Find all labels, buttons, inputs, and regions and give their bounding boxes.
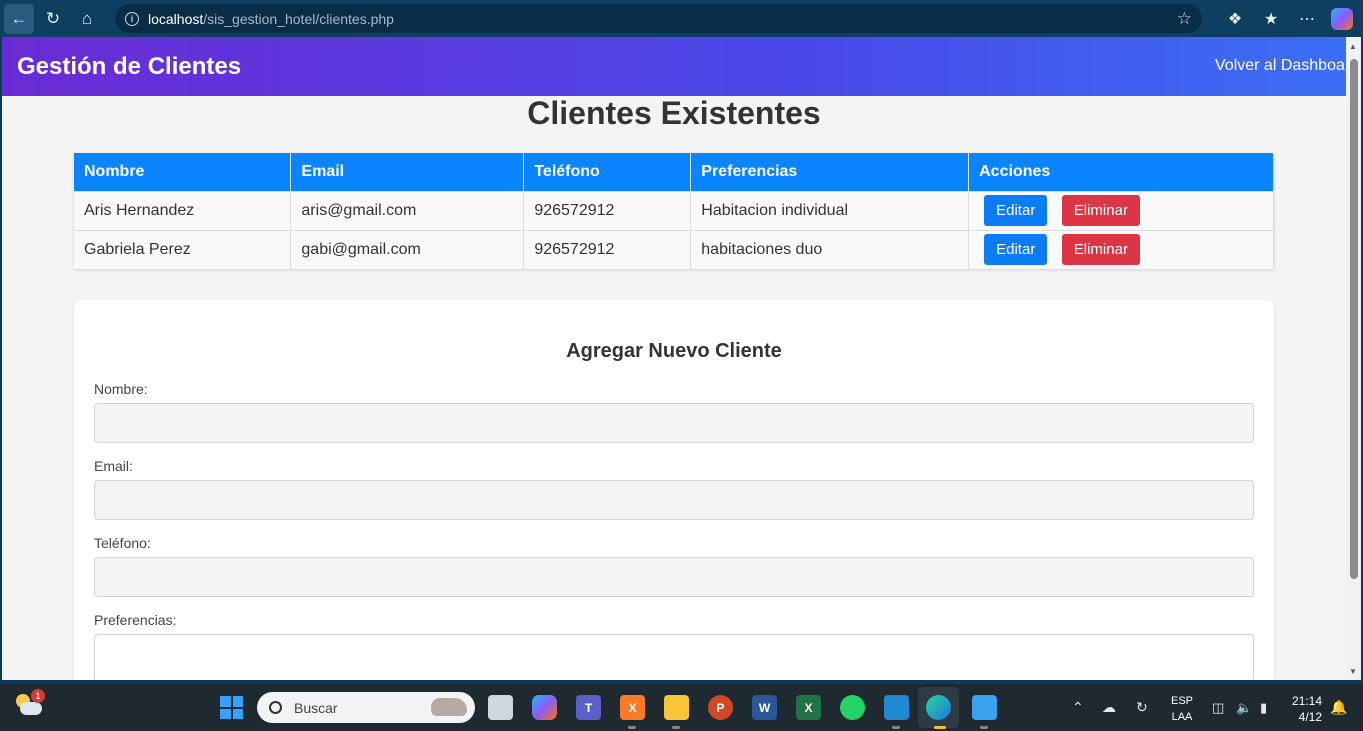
battery-icon[interactable]: ▮ [1260, 684, 1267, 731]
favorite-star-icon[interactable]: ☆ [1177, 9, 1192, 29]
sync-icon[interactable]: ↻ [1136, 684, 1148, 731]
column-header-acciones: Acciones [968, 153, 1274, 191]
edge-active-indicator [934, 726, 946, 729]
column-header-nombre: Nombre [74, 153, 292, 191]
excel-icon[interactable]: X [796, 695, 821, 720]
page-viewport: Gestión de Clientes Volver al Dashboa Cl… [2, 37, 1346, 680]
page-scrollbar[interactable]: ▲ ▼ [1346, 37, 1361, 680]
cell-telefono: 926572912 [523, 229, 692, 269]
notepad-running-indicator [980, 726, 988, 729]
email-label: Email: [94, 458, 133, 474]
preferencias-textarea[interactable] [94, 634, 1254, 680]
input-language-indicator[interactable]: ESP LAA [1168, 693, 1196, 725]
onedrive-icon[interactable]: ☁ [1102, 684, 1116, 731]
copilot-app-icon[interactable] [532, 695, 557, 720]
home-icon[interactable]: ⌂ [72, 4, 102, 34]
email-input[interactable] [94, 480, 1254, 520]
column-header-telefono: Teléfono [523, 153, 692, 191]
powerpoint-icon[interactable]: P [708, 695, 733, 720]
xampp-running-indicator [628, 726, 636, 729]
add-client-form: Agregar Nuevo Cliente Nombre: Email: Tel… [74, 300, 1274, 680]
clock-date: 4/12 [1298, 710, 1322, 724]
scroll-up-arrow-icon[interactable]: ▲ [1349, 42, 1357, 51]
browser-actions: ❖ ★ ⋯ [1217, 0, 1363, 37]
cloud-icon [20, 702, 42, 715]
table-row: Gabriela Perez gabi@gmail.com 926572912 … [74, 229, 1274, 269]
cell-acciones: Editar Eliminar [968, 190, 1274, 230]
browser-toolbar: ← ↻ ⌂ i localhost /sis_gestion_hotel/cli… [0, 0, 1363, 37]
back-to-dashboard-link[interactable]: Volver al Dashboa [1215, 57, 1345, 75]
back-arrow-icon[interactable]: ← [4, 3, 34, 34]
preferencias-label: Preferencias: [94, 612, 177, 628]
cell-preferencias: habitaciones duo [690, 229, 970, 269]
clients-table: Nombre Email Teléfono Preferencias Accio… [74, 153, 1274, 269]
refresh-icon[interactable]: ↻ [38, 4, 68, 34]
vscode-running-indicator [892, 726, 900, 729]
explorer-running-indicator [672, 726, 680, 729]
search-highlight-image [431, 698, 467, 716]
whatsapp-icon[interactable] [840, 695, 865, 720]
word-icon[interactable]: W [752, 695, 777, 720]
clock-time: 21:14 [1291, 694, 1322, 708]
page-title: Gestión de Clientes [17, 52, 242, 80]
start-button-icon[interactable] [220, 696, 243, 719]
notifications-icon[interactable]: 🔔 [1330, 684, 1347, 731]
column-header-preferencias: Preferencias [690, 153, 970, 191]
site-info-icon[interactable]: i [125, 11, 139, 26]
telefono-label: Teléfono: [94, 535, 151, 551]
table-header-row: Nombre Email Teléfono Preferencias Accio… [74, 153, 1274, 191]
delete-button[interactable]: Eliminar [1061, 234, 1140, 266]
address-bar[interactable]: i localhost /sis_gestion_hotel/clientes.… [115, 4, 1202, 33]
app-header: Gestión de Clientes Volver al Dashboa [2, 37, 1346, 96]
extensions-icon[interactable]: ❖ [1217, 9, 1253, 29]
weather-widget-icon[interactable]: 1 [16, 689, 45, 716]
url-path: /sis_gestion_hotel/clientes.php [203, 10, 394, 27]
volume-icon[interactable]: 🔈 [1236, 684, 1252, 731]
task-view-icon[interactable] [488, 695, 513, 720]
vscode-icon[interactable] [884, 695, 909, 720]
table-row: Aris Hernandez aris@gmail.com 926572912 … [74, 190, 1274, 230]
cell-preferencias: Habitacion individual [690, 190, 970, 230]
url-host: localhost [148, 10, 204, 27]
scrollbar-thumb[interactable] [1350, 59, 1358, 579]
search-placeholder: Buscar [294, 699, 338, 716]
cell-email: gabi@gmail.com [290, 229, 525, 269]
telefono-input[interactable] [94, 557, 1254, 597]
show-hidden-icons-chevron-icon[interactable]: ⌃ [1072, 684, 1084, 731]
xampp-icon[interactable]: X [620, 695, 645, 720]
edge-icon[interactable] [926, 695, 951, 720]
copilot-icon[interactable] [1331, 7, 1353, 30]
windows-taskbar: 1 Buscar T X P W X ⌃ ☁ ↻ ESP LAA ◫ 🔈 ▮ 2… [0, 684, 1363, 731]
edit-button[interactable]: Editar [984, 195, 1048, 226]
favorites-icon[interactable]: ★ [1253, 9, 1289, 29]
nombre-input[interactable] [94, 403, 1254, 443]
notification-badge: 1 [31, 689, 45, 703]
file-explorer-icon[interactable] [664, 695, 689, 720]
delete-button[interactable]: Eliminar [1061, 195, 1140, 226]
taskbar-search[interactable]: Buscar [257, 692, 475, 723]
nombre-label: Nombre: [94, 381, 148, 397]
cell-nombre: Gabriela Perez [74, 229, 292, 269]
network-icon[interactable]: ◫ [1212, 684, 1224, 731]
taskbar-clock[interactable]: 21:14 4/12 [1288, 693, 1322, 725]
cell-telefono: 926572912 [523, 190, 692, 230]
scroll-down-arrow-icon[interactable]: ▼ [1349, 667, 1357, 676]
cell-nombre: Aris Hernandez [74, 190, 292, 230]
notepad-icon[interactable] [972, 695, 997, 720]
teams-icon[interactable]: T [576, 695, 601, 720]
keyboard-layout: LAA [1171, 711, 1193, 723]
edit-button[interactable]: Editar [984, 234, 1048, 266]
cell-email: aris@gmail.com [290, 190, 525, 230]
clients-section-title: Clientes Existentes [527, 95, 821, 131]
cell-acciones: Editar Eliminar [968, 229, 1274, 269]
form-title: Agregar Nuevo Cliente [566, 340, 782, 362]
search-icon [269, 701, 282, 714]
more-menu-icon[interactable]: ⋯ [1289, 9, 1325, 29]
language-code: ESP [1170, 695, 1193, 707]
column-header-email: Email [290, 153, 525, 191]
